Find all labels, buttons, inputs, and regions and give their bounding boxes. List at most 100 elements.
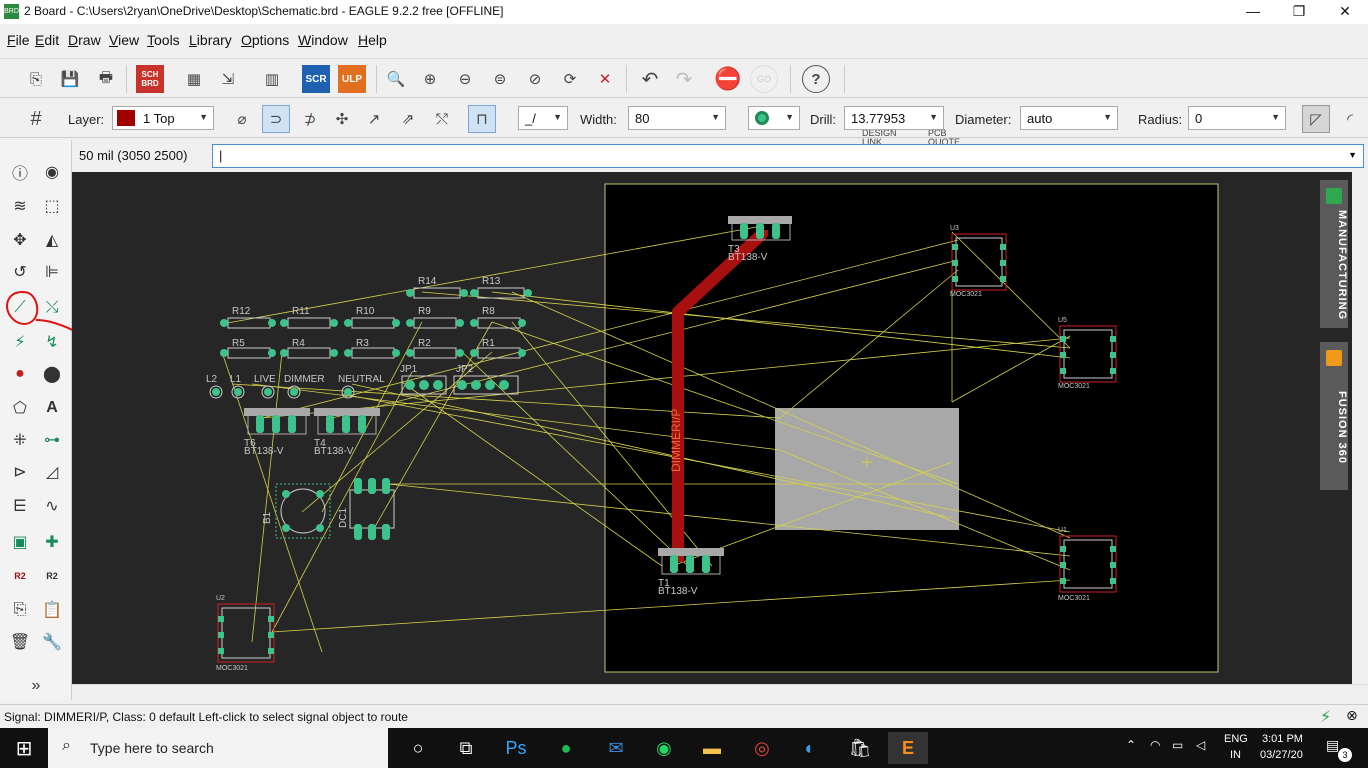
move-icon[interactable]: ✥	[6, 226, 34, 254]
eagle-taskbar-icon[interactable]: E	[888, 732, 928, 764]
menu-edit[interactable]: Edit	[35, 32, 59, 48]
menu-file[interactable]: File	[7, 32, 30, 48]
lightning-icon[interactable]: ⚡	[1320, 707, 1331, 727]
copy-icon[interactable]: ⎘	[6, 596, 34, 624]
bend-ignore-icon[interactable]: ✣	[328, 105, 356, 133]
command-input[interactable]: | ▼	[212, 144, 1364, 168]
group-select-icon[interactable]: ⬚	[38, 192, 66, 220]
photoshop-icon[interactable]: Ps	[496, 732, 536, 764]
language-code[interactable]: ENG	[1224, 733, 1248, 745]
save-icon[interactable]: 💾	[56, 65, 84, 93]
mirror-icon[interactable]: ◭	[38, 226, 66, 254]
info-icon[interactable]: ⓘ	[6, 158, 34, 186]
ulp-icon[interactable]: ULP	[338, 65, 366, 93]
bend-push-icon[interactable]: ⊅	[296, 105, 324, 133]
board-view[interactable]: DIMMERI/P T3 BT138-V T6 BT138-V T4 BT138…	[72, 172, 1352, 684]
bend-walkaround-icon[interactable]: ⊃	[262, 105, 290, 133]
delete-icon[interactable]: 🗑	[6, 628, 34, 656]
task-view-icon[interactable]: ⧉	[446, 732, 486, 764]
help-icon[interactable]: ?	[802, 65, 830, 93]
edge-icon[interactable]: ◐	[790, 732, 830, 764]
value-icon[interactable]: R2	[38, 562, 66, 590]
polygon-icon[interactable]: ⬠	[6, 394, 34, 422]
resistor-row-3[interactable]: R5 R4 R3 R2 R1	[220, 338, 526, 359]
network-icon[interactable]: ◠	[1150, 738, 1160, 752]
minimize-button[interactable]: —	[1230, 0, 1276, 24]
fusion-360-tab[interactable]: FUSION 360	[1320, 342, 1348, 490]
cortana-icon[interactable]: ○	[398, 732, 438, 764]
chrome-icon[interactable]: ◎	[742, 732, 782, 764]
dimension-icon[interactable]: ⊳	[6, 458, 34, 486]
add-part-icon[interactable]: ▣	[6, 528, 34, 556]
sch-brd-switch-icon[interactable]: SCH BRD	[136, 65, 164, 93]
part-b1[interactable]: B1	[262, 483, 331, 539]
board-canvas[interactable]: DIMMERI/P T3 BT138-V T6 BT138-V T4 BT138…	[72, 172, 1352, 684]
stop-icon[interactable]: ⊗	[1346, 707, 1358, 724]
via-shape-select[interactable]: ▼	[748, 106, 800, 130]
width-select[interactable]: 80 ▼	[628, 106, 726, 130]
redo-icon[interactable]: ↷	[670, 65, 698, 93]
miter-straight-icon[interactable]: ◸	[1302, 105, 1330, 133]
menu-options[interactable]: Options	[241, 32, 289, 48]
file-explorer-icon[interactable]: ▬	[692, 732, 732, 764]
clock-time[interactable]: 3:01 PM	[1262, 733, 1303, 745]
restore-button[interactable]: ❐	[1276, 0, 1322, 24]
search-box[interactable]: ⌕ Type here to search	[48, 728, 388, 768]
battery-icon[interactable]: ▭	[1172, 738, 1183, 752]
paste-icon[interactable]: 📋	[38, 596, 66, 624]
meander-icon[interactable]: ⋿	[6, 492, 34, 520]
mail-icon[interactable]: ✉	[596, 732, 636, 764]
name-icon[interactable]: R2	[6, 562, 34, 590]
zoom-out-icon[interactable]: ⊖	[451, 65, 479, 93]
connector-row[interactable]: L2 L1 LIVE DIMMER NEUTRAL JP1 JP2	[206, 364, 519, 399]
notifications-icon[interactable]: ▤	[1326, 737, 1339, 754]
menu-view[interactable]: View	[109, 32, 139, 48]
tray-chevron-icon[interactable]: ⌃	[1126, 738, 1136, 752]
cam-icon[interactable]: ▦	[180, 65, 208, 93]
redraw-icon[interactable]: ⟳	[556, 65, 584, 93]
length-tune-icon[interactable]: ∿	[38, 492, 66, 520]
print-icon[interactable]: 🖶	[92, 65, 120, 93]
stop-icon[interactable]: ⛔	[714, 65, 742, 93]
miter-round-icon[interactable]: ◜	[1336, 105, 1364, 133]
resistor-row-2[interactable]: R12 R11 R10 R9 R8	[220, 306, 526, 329]
layers-icon[interactable]: ≋	[6, 192, 34, 220]
open-icon[interactable]: ⎘	[22, 65, 50, 93]
volume-icon[interactable]: ◁	[1196, 738, 1205, 752]
whatsapp-icon[interactable]: ◉	[644, 732, 684, 764]
store-icon[interactable]: 🛍	[840, 732, 880, 764]
spotify-icon[interactable]: ●	[546, 732, 586, 764]
part-t6[interactable]: T6 BT138-V	[244, 408, 310, 457]
vertical-scrollbar[interactable]	[1352, 172, 1368, 684]
diameter-select[interactable]: auto ▼	[1020, 106, 1118, 130]
radius-select[interactable]: 0 ▼	[1188, 106, 1286, 130]
go-icon[interactable]: GO	[750, 65, 778, 93]
more-tools-icon[interactable]: »	[22, 672, 50, 700]
menu-window[interactable]: Window	[298, 32, 348, 48]
bend-multi-icon[interactable]: ⇗	[394, 105, 422, 133]
script-icon[interactable]: SCR	[302, 65, 330, 93]
menu-draw[interactable]: Draw	[68, 32, 101, 48]
bend-45-icon[interactable]: ↗	[360, 105, 388, 133]
horizontal-scrollbar[interactable]	[72, 684, 1368, 700]
library-icon[interactable]: ▥	[258, 65, 286, 93]
drill-select[interactable]: 13.77953 ▼	[844, 106, 944, 130]
line-icon[interactable]: ◿	[38, 458, 66, 486]
ratsnest-icon[interactable]: ✕	[591, 65, 619, 93]
zoom-select-icon[interactable]: ⊜	[486, 65, 514, 93]
export-icon[interactable]: ⇲	[214, 65, 242, 93]
text-icon[interactable]: A	[38, 394, 66, 422]
wire-icon[interactable]: ⊶	[38, 426, 66, 454]
windows-start-icon[interactable]: ⊞	[4, 732, 44, 764]
layer-select[interactable]: 1 Top ▼	[112, 106, 214, 130]
menu-tools[interactable]: Tools	[147, 32, 180, 48]
wire-bend-select[interactable]: _/▼	[518, 106, 568, 130]
wrench-icon[interactable]: 🔧	[38, 628, 66, 656]
clock-date[interactable]: 03/27/20	[1260, 749, 1303, 761]
bend-straight-icon[interactable]: ⌀	[228, 105, 256, 133]
zoom-last-icon[interactable]: ⊘	[521, 65, 549, 93]
grid-icon[interactable]: #	[22, 105, 50, 133]
undo-icon[interactable]: ↶	[636, 65, 664, 93]
manufacturing-tab[interactable]: MANUFACTURING	[1320, 180, 1348, 328]
bend-auto-icon[interactable]: ⤲	[428, 105, 456, 133]
